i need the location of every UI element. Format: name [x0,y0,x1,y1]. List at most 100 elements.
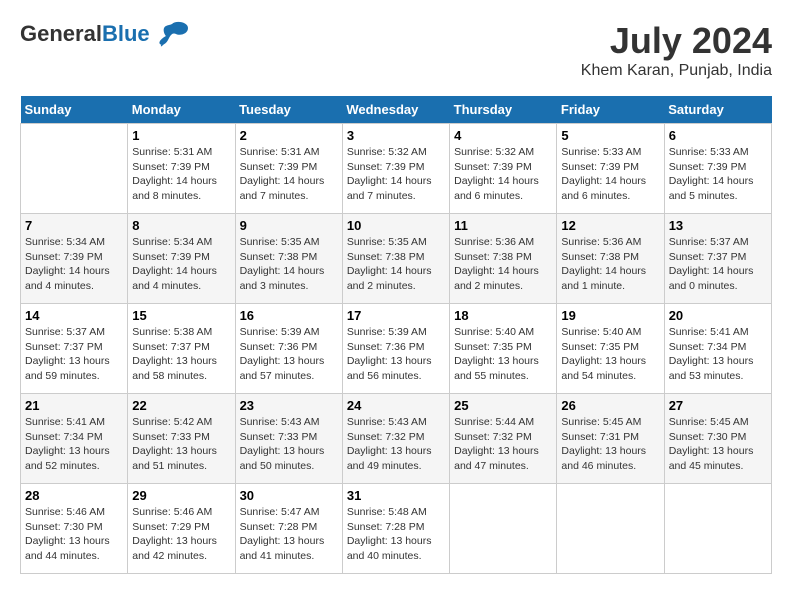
table-row: 13 Sunrise: 5:37 AMSunset: 7:37 PMDaylig… [664,214,771,304]
day-info: Sunrise: 5:44 AMSunset: 7:32 PMDaylight:… [454,415,552,474]
day-number: 8 [132,218,230,233]
table-row: 10 Sunrise: 5:35 AMSunset: 7:38 PMDaylig… [342,214,449,304]
logo-general: General [20,21,102,46]
day-info: Sunrise: 5:36 AMSunset: 7:38 PMDaylight:… [454,235,552,294]
day-number: 17 [347,308,445,323]
header-thursday: Thursday [450,96,557,124]
day-info: Sunrise: 5:46 AMSunset: 7:29 PMDaylight:… [132,505,230,564]
day-number: 28 [25,488,123,503]
day-number: 4 [454,128,552,143]
day-info: Sunrise: 5:31 AMSunset: 7:39 PMDaylight:… [240,145,338,204]
table-row: 12 Sunrise: 5:36 AMSunset: 7:38 PMDaylig… [557,214,664,304]
logo: GeneralBlue [20,20,190,48]
table-row: 9 Sunrise: 5:35 AMSunset: 7:38 PMDayligh… [235,214,342,304]
table-row: 30 Sunrise: 5:47 AMSunset: 7:28 PMDaylig… [235,484,342,574]
table-row: 4 Sunrise: 5:32 AMSunset: 7:39 PMDayligh… [450,124,557,214]
day-number: 2 [240,128,338,143]
table-row: 28 Sunrise: 5:46 AMSunset: 7:30 PMDaylig… [21,484,128,574]
header-wednesday: Wednesday [342,96,449,124]
day-info: Sunrise: 5:34 AMSunset: 7:39 PMDaylight:… [132,235,230,294]
table-row: 23 Sunrise: 5:43 AMSunset: 7:33 PMDaylig… [235,394,342,484]
table-row: 5 Sunrise: 5:33 AMSunset: 7:39 PMDayligh… [557,124,664,214]
table-row: 21 Sunrise: 5:41 AMSunset: 7:34 PMDaylig… [21,394,128,484]
day-info: Sunrise: 5:45 AMSunset: 7:31 PMDaylight:… [561,415,659,474]
table-row: 25 Sunrise: 5:44 AMSunset: 7:32 PMDaylig… [450,394,557,484]
table-row [664,484,771,574]
day-info: Sunrise: 5:40 AMSunset: 7:35 PMDaylight:… [454,325,552,384]
day-number: 15 [132,308,230,323]
day-info: Sunrise: 5:39 AMSunset: 7:36 PMDaylight:… [240,325,338,384]
day-info: Sunrise: 5:33 AMSunset: 7:39 PMDaylight:… [669,145,767,204]
day-info: Sunrise: 5:34 AMSunset: 7:39 PMDaylight:… [25,235,123,294]
table-row [450,484,557,574]
calendar-week-4: 21 Sunrise: 5:41 AMSunset: 7:34 PMDaylig… [21,394,772,484]
day-number: 24 [347,398,445,413]
day-number: 25 [454,398,552,413]
day-info: Sunrise: 5:40 AMSunset: 7:35 PMDaylight:… [561,325,659,384]
logo-blue: Blue [102,21,150,46]
day-number: 20 [669,308,767,323]
calendar-week-2: 7 Sunrise: 5:34 AMSunset: 7:39 PMDayligh… [21,214,772,304]
header-sunday: Sunday [21,96,128,124]
day-number: 22 [132,398,230,413]
day-info: Sunrise: 5:36 AMSunset: 7:38 PMDaylight:… [561,235,659,294]
day-number: 10 [347,218,445,233]
table-row: 24 Sunrise: 5:43 AMSunset: 7:32 PMDaylig… [342,394,449,484]
table-row: 16 Sunrise: 5:39 AMSunset: 7:36 PMDaylig… [235,304,342,394]
table-row: 1 Sunrise: 5:31 AMSunset: 7:39 PMDayligh… [128,124,235,214]
table-row: 2 Sunrise: 5:31 AMSunset: 7:39 PMDayligh… [235,124,342,214]
day-info: Sunrise: 5:41 AMSunset: 7:34 PMDaylight:… [25,415,123,474]
day-info: Sunrise: 5:43 AMSunset: 7:32 PMDaylight:… [347,415,445,474]
day-number: 19 [561,308,659,323]
day-number: 29 [132,488,230,503]
calendar-week-1: 1 Sunrise: 5:31 AMSunset: 7:39 PMDayligh… [21,124,772,214]
day-info: Sunrise: 5:32 AMSunset: 7:39 PMDaylight:… [454,145,552,204]
day-info: Sunrise: 5:35 AMSunset: 7:38 PMDaylight:… [347,235,445,294]
day-info: Sunrise: 5:41 AMSunset: 7:34 PMDaylight:… [669,325,767,384]
day-info: Sunrise: 5:33 AMSunset: 7:39 PMDaylight:… [561,145,659,204]
title-area: July 2024 Khem Karan, Punjab, India [581,20,772,80]
day-info: Sunrise: 5:35 AMSunset: 7:38 PMDaylight:… [240,235,338,294]
day-info: Sunrise: 5:48 AMSunset: 7:28 PMDaylight:… [347,505,445,564]
calendar-week-5: 28 Sunrise: 5:46 AMSunset: 7:30 PMDaylig… [21,484,772,574]
day-info: Sunrise: 5:46 AMSunset: 7:30 PMDaylight:… [25,505,123,564]
header-saturday: Saturday [664,96,771,124]
day-number: 3 [347,128,445,143]
page-header: GeneralBlue July 2024 Khem Karan, Punjab… [20,20,772,80]
table-row: 20 Sunrise: 5:41 AMSunset: 7:34 PMDaylig… [664,304,771,394]
location: Khem Karan, Punjab, India [581,62,772,80]
table-row: 15 Sunrise: 5:38 AMSunset: 7:37 PMDaylig… [128,304,235,394]
header-friday: Friday [557,96,664,124]
table-row: 8 Sunrise: 5:34 AMSunset: 7:39 PMDayligh… [128,214,235,304]
day-number: 6 [669,128,767,143]
day-number: 5 [561,128,659,143]
day-number: 12 [561,218,659,233]
table-row: 6 Sunrise: 5:33 AMSunset: 7:39 PMDayligh… [664,124,771,214]
day-info: Sunrise: 5:47 AMSunset: 7:28 PMDaylight:… [240,505,338,564]
day-info: Sunrise: 5:32 AMSunset: 7:39 PMDaylight:… [347,145,445,204]
day-info: Sunrise: 5:39 AMSunset: 7:36 PMDaylight:… [347,325,445,384]
day-number: 27 [669,398,767,413]
day-number: 18 [454,308,552,323]
table-row: 19 Sunrise: 5:40 AMSunset: 7:35 PMDaylig… [557,304,664,394]
day-info: Sunrise: 5:43 AMSunset: 7:33 PMDaylight:… [240,415,338,474]
day-number: 31 [347,488,445,503]
day-number: 1 [132,128,230,143]
table-row: 3 Sunrise: 5:32 AMSunset: 7:39 PMDayligh… [342,124,449,214]
day-info: Sunrise: 5:37 AMSunset: 7:37 PMDaylight:… [25,325,123,384]
table-row: 31 Sunrise: 5:48 AMSunset: 7:28 PMDaylig… [342,484,449,574]
table-row: 26 Sunrise: 5:45 AMSunset: 7:31 PMDaylig… [557,394,664,484]
day-number: 23 [240,398,338,413]
table-row: 11 Sunrise: 5:36 AMSunset: 7:38 PMDaylig… [450,214,557,304]
logo-bird-icon [154,20,190,48]
table-row: 7 Sunrise: 5:34 AMSunset: 7:39 PMDayligh… [21,214,128,304]
day-number: 16 [240,308,338,323]
table-row: 22 Sunrise: 5:42 AMSunset: 7:33 PMDaylig… [128,394,235,484]
day-number: 30 [240,488,338,503]
calendar-header-row: Sunday Monday Tuesday Wednesday Thursday… [21,96,772,124]
table-row: 18 Sunrise: 5:40 AMSunset: 7:35 PMDaylig… [450,304,557,394]
day-number: 21 [25,398,123,413]
month-title: July 2024 [581,20,772,62]
header-monday: Monday [128,96,235,124]
day-info: Sunrise: 5:31 AMSunset: 7:39 PMDaylight:… [132,145,230,204]
